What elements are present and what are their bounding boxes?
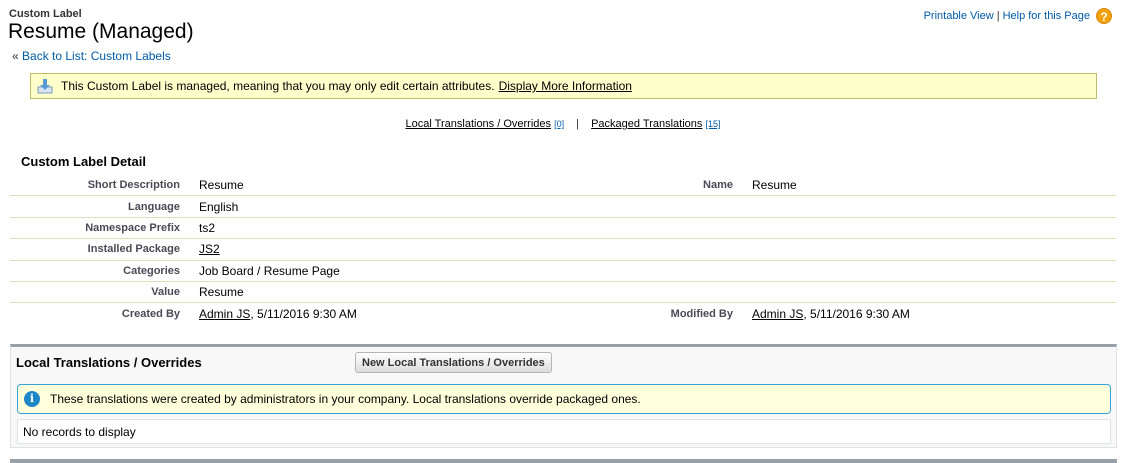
detail-row-created-by: Created By Admin JS, 5/11/2016 9:30 AM M… xyxy=(10,303,1116,324)
field-value: Admin JS, 5/11/2016 9:30 AM xyxy=(752,307,1116,321)
detail-row-categories: Categories Job Board / Resume Page xyxy=(10,261,1116,282)
question-mark-icon[interactable]: ? xyxy=(1096,8,1112,24)
printable-view-link[interactable]: Printable View xyxy=(924,10,994,22)
next-section-border xyxy=(10,459,1117,463)
field-value: Resume xyxy=(752,178,797,193)
field-label: Categories xyxy=(123,264,180,277)
empty-records-message: No records to display xyxy=(17,419,1111,444)
page-type-label: Custom Label xyxy=(9,8,82,20)
field-label: Value xyxy=(151,286,180,299)
related-list-links: Local Translations / Overrides [0] | Pac… xyxy=(0,118,1126,130)
field-value: Resume xyxy=(199,178,244,193)
modified-date: , 5/11/2016 9:30 AM xyxy=(803,307,910,322)
packaged-translations-link[interactable]: Packaged Translations xyxy=(591,118,702,130)
modified-by-user-link[interactable]: Admin JS xyxy=(752,307,803,321)
detail-section-title: Custom Label Detail xyxy=(21,154,146,169)
related-link-separator: | xyxy=(576,118,580,130)
field-value: Admin JS, 5/11/2016 9:30 AM xyxy=(199,307,559,321)
local-translations-title: Local Translations / Overrides xyxy=(16,355,202,370)
info-icon: i xyxy=(24,391,40,407)
field-label: Name xyxy=(703,179,733,192)
field-label: Language xyxy=(128,200,180,213)
detail-row-short-description: Short Description Resume Name Resume xyxy=(10,175,1116,197)
detail-row-language: Language English xyxy=(10,196,1116,218)
page-title: Resume (Managed) xyxy=(8,20,194,43)
info-text: These translations were created by admin… xyxy=(50,392,641,406)
packaged-translations-count[interactable]: [15] xyxy=(705,119,720,129)
link-separator: | xyxy=(996,10,1000,22)
created-date: , 5/11/2016 9:30 AM xyxy=(250,307,357,322)
breadcrumb: « Back to List: Custom Labels xyxy=(12,49,171,63)
field-value: ts2 xyxy=(199,220,216,235)
field-label: Installed Package xyxy=(87,243,180,256)
field-label: Created By xyxy=(121,308,180,321)
back-to-list-link[interactable]: Back to List: Custom Labels xyxy=(22,49,171,63)
field-value: JS2 xyxy=(199,242,559,256)
local-translations-info: i These translations were created by adm… xyxy=(17,384,1111,414)
custom-label-page: Custom Label Resume (Managed) « Back to … xyxy=(0,0,1126,463)
field-label: Short Description xyxy=(87,179,180,192)
back-arrow: « xyxy=(12,49,19,63)
detail-row-installed-package: Installed Package JS2 xyxy=(10,239,1116,261)
field-label: Namespace Prefix xyxy=(85,221,180,234)
help-link[interactable]: Help for this Page xyxy=(1003,10,1090,22)
download-icon xyxy=(37,79,53,94)
new-local-translation-button[interactable]: New Local Translations / Overrides xyxy=(355,352,552,373)
installed-package-link[interactable]: JS2 xyxy=(199,242,220,256)
detail-row-namespace-prefix: Namespace Prefix ts2 xyxy=(10,218,1116,240)
field-value: English xyxy=(199,199,239,214)
managed-notice: This Custom Label is managed, meaning th… xyxy=(30,73,1097,99)
managed-notice-text: This Custom Label is managed, meaning th… xyxy=(61,79,495,93)
field-value: Resume xyxy=(199,285,244,300)
field-label: Modified By xyxy=(670,308,733,321)
created-by-user-link[interactable]: Admin JS xyxy=(199,307,250,321)
local-translations-section: Local Translations / Overrides New Local… xyxy=(10,344,1117,448)
detail-table: Short Description Resume Name Resume Lan… xyxy=(10,175,1116,325)
field-value: Job Board / Resume Page xyxy=(199,263,340,278)
detail-row-value: Value Resume xyxy=(10,282,1116,304)
local-translations-link[interactable]: Local Translations / Overrides xyxy=(406,118,552,130)
header-links: Printable View | Help for this Page ? xyxy=(924,8,1112,24)
local-translations-count[interactable]: [0] xyxy=(554,119,564,129)
display-more-info-link[interactable]: Display More Information xyxy=(499,79,632,93)
